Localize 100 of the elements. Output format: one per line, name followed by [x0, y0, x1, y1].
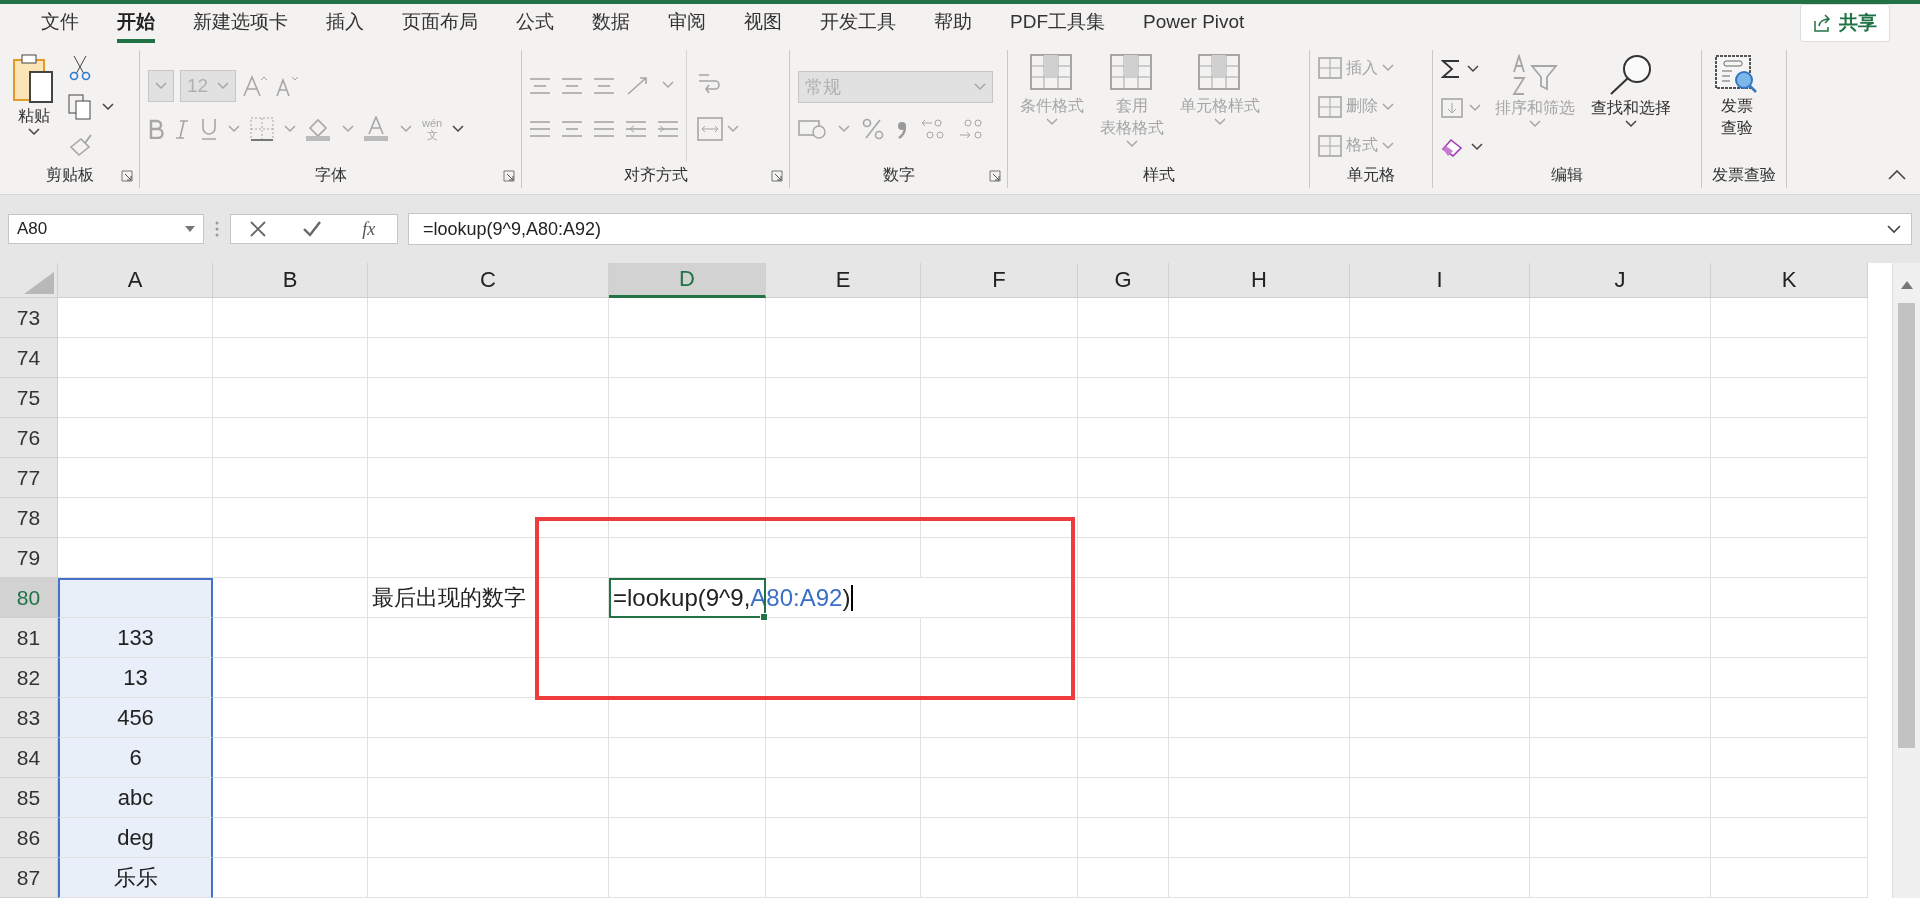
currency-icon[interactable]	[798, 118, 826, 140]
row-header[interactable]: 82	[0, 658, 58, 698]
row-header[interactable]: 80	[0, 578, 58, 618]
chevron-down-icon[interactable]	[28, 128, 40, 136]
ribbon-tab[interactable]: 开发工具	[801, 3, 915, 43]
row-header[interactable]: 83	[0, 698, 58, 738]
align-center-icon[interactable]	[562, 118, 582, 138]
column-header[interactable]: B	[213, 263, 368, 298]
fill-down-icon[interactable]	[1441, 98, 1463, 118]
name-box[interactable]: A80	[8, 214, 204, 244]
percent-icon[interactable]	[862, 118, 884, 140]
ribbon-tab[interactable]: 帮助	[915, 3, 991, 43]
align-right-icon[interactable]	[594, 118, 614, 138]
align-bottom-icon[interactable]	[594, 75, 614, 95]
insert-function-button[interactable]: fx	[358, 218, 380, 240]
dialog-launcher-icon[interactable]	[989, 170, 1001, 182]
chevron-down-icon[interactable]	[102, 103, 114, 111]
cancel-icon[interactable]	[248, 220, 267, 238]
ribbon-tab[interactable]: 开始	[98, 3, 174, 43]
borders-icon[interactable]	[250, 117, 274, 141]
clipboard-icon[interactable]	[12, 54, 56, 104]
spreadsheet-cell[interactable]: 13	[58, 658, 213, 698]
invoice-check-button[interactable]: 发票 查验	[1710, 50, 1764, 162]
vertical-scrollbar[interactable]	[1892, 263, 1920, 898]
text-orientation-icon[interactable]	[626, 74, 650, 96]
row-header[interactable]: 75	[0, 378, 58, 418]
ribbon-tab[interactable]: PDF工具集	[991, 3, 1124, 43]
row-header[interactable]: 77	[0, 458, 58, 498]
format-painter-icon[interactable]	[68, 133, 94, 158]
align-left-icon[interactable]	[530, 118, 550, 138]
font-color-icon[interactable]	[364, 116, 390, 142]
increase-decimal-icon[interactable]	[920, 117, 946, 141]
ribbon-tab[interactable]: 视图	[725, 3, 801, 43]
align-middle-icon[interactable]	[562, 75, 582, 95]
paste-button[interactable]: 粘贴	[8, 50, 60, 162]
copy-icon[interactable]	[68, 94, 92, 120]
italic-icon[interactable]	[174, 119, 190, 139]
spreadsheet-cell[interactable]: abc	[58, 778, 213, 818]
spreadsheet-cell[interactable]	[58, 578, 213, 618]
row-header[interactable]: 78	[0, 498, 58, 538]
eraser-icon[interactable]	[1441, 136, 1465, 157]
column-header[interactable]: A	[58, 263, 213, 298]
chevron-down-icon[interactable]	[1625, 120, 1637, 128]
chevron-down-icon[interactable]	[1467, 65, 1479, 74]
column-header[interactable]: I	[1350, 263, 1530, 298]
column-header[interactable]: D	[609, 263, 766, 298]
decrease-decimal-icon[interactable]	[958, 117, 984, 141]
decrease-indent-icon[interactable]	[626, 118, 646, 138]
spreadsheet-cell[interactable]: deg	[58, 818, 213, 858]
align-top-icon[interactable]	[530, 75, 550, 95]
column-header[interactable]: F	[921, 263, 1078, 298]
collapse-ribbon-icon[interactable]	[1888, 170, 1906, 180]
ribbon-tab[interactable]: 页面布局	[383, 3, 497, 43]
ribbon-tab[interactable]: 审阅	[649, 3, 725, 43]
column-header[interactable]: G	[1078, 263, 1169, 298]
column-header[interactable]: K	[1711, 263, 1868, 298]
chevron-down-icon[interactable]	[1471, 142, 1483, 151]
scissors-icon[interactable]	[68, 54, 92, 81]
spreadsheet-cell[interactable]: 6	[58, 738, 213, 778]
dialog-launcher-icon[interactable]	[503, 170, 515, 182]
share-button[interactable]: 共享	[1800, 4, 1890, 42]
decrease-font-size-icon[interactable]	[274, 74, 300, 98]
ribbon-tab[interactable]: 数据	[573, 3, 649, 43]
expand-formula-bar-icon[interactable]	[1887, 224, 1901, 234]
ribbon-tab[interactable]: 插入	[307, 3, 383, 43]
column-header[interactable]: J	[1530, 263, 1711, 298]
column-header[interactable]: C	[368, 263, 609, 298]
increase-indent-icon[interactable]	[658, 118, 678, 138]
row-header[interactable]: 74	[0, 338, 58, 378]
row-header[interactable]: 85	[0, 778, 58, 818]
spreadsheet-cell[interactable]: 456	[58, 698, 213, 738]
select-all-icon[interactable]	[24, 272, 54, 294]
merge-center-icon[interactable]	[697, 117, 723, 141]
row-header[interactable]: 81	[0, 618, 58, 658]
ribbon-tab[interactable]: 文件	[22, 3, 98, 43]
column-header[interactable]: E	[766, 263, 921, 298]
bold-icon[interactable]	[148, 119, 164, 139]
search-icon[interactable]	[1608, 54, 1654, 96]
row-header[interactable]: 79	[0, 538, 58, 578]
ribbon-tab[interactable]: 新建选项卡	[174, 3, 307, 43]
row-header[interactable]: 87	[0, 858, 58, 898]
row-header[interactable]: 76	[0, 418, 58, 458]
sum-icon[interactable]	[1441, 59, 1461, 80]
find-select-button[interactable]: 查找和选择	[1587, 50, 1675, 162]
spreadsheet-cell[interactable]: 133	[58, 618, 213, 658]
scroll-up-icon[interactable]	[1901, 281, 1913, 289]
ribbon-tab[interactable]: Power Pivot	[1124, 5, 1264, 41]
row-header[interactable]: 86	[0, 818, 58, 858]
underline-icon[interactable]	[200, 118, 218, 140]
wrap-text-icon[interactable]	[697, 71, 721, 95]
formula-input[interactable]: =lookup(9^9,A80:A92)	[408, 213, 1912, 245]
fill-color-icon[interactable]	[306, 116, 332, 142]
checkmark-icon[interactable]	[302, 220, 323, 238]
row-header[interactable]: 73	[0, 298, 58, 338]
spreadsheet-cell[interactable]: 乐乐	[58, 858, 213, 898]
dialog-launcher-icon[interactable]	[121, 170, 133, 182]
column-header[interactable]: H	[1169, 263, 1350, 298]
dialog-launcher-icon[interactable]	[771, 170, 783, 182]
ribbon-tab[interactable]: 公式	[497, 3, 573, 43]
row-header[interactable]: 84	[0, 738, 58, 778]
